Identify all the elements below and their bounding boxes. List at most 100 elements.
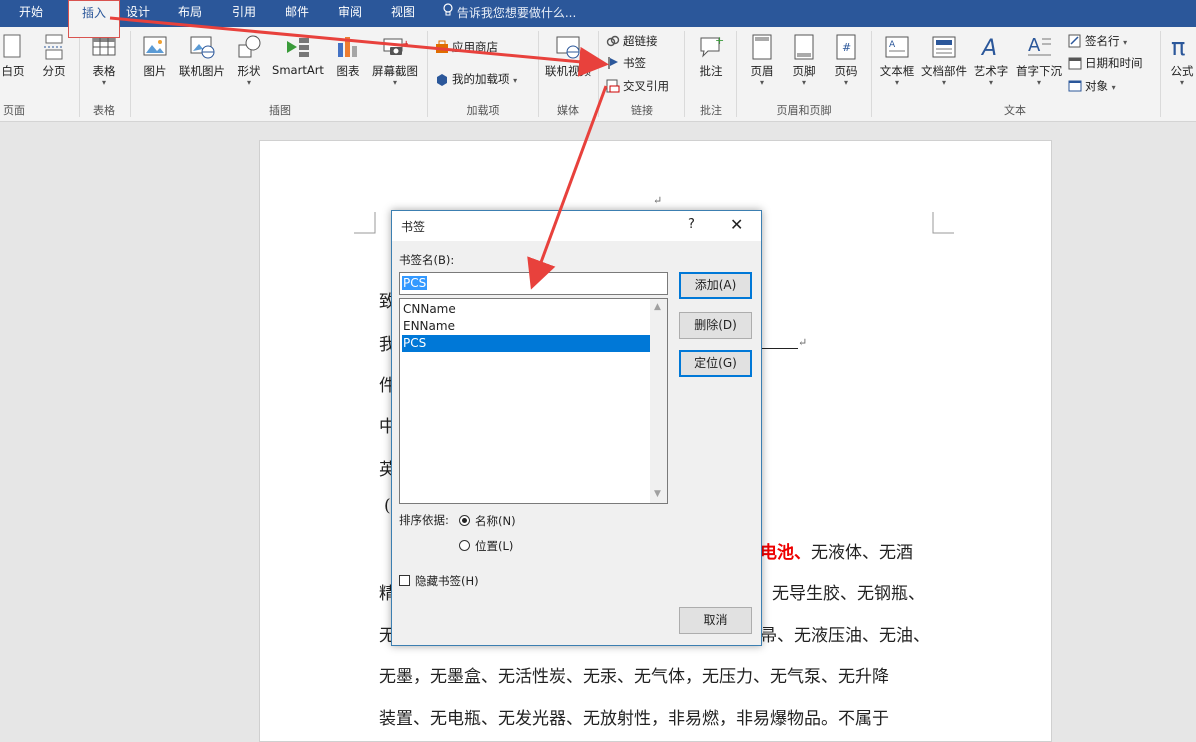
add-button[interactable]: 添加(A) xyxy=(679,272,752,299)
doc-text-line[interactable]: 帚、无液压油、无油、 xyxy=(760,621,930,646)
sort-name-radio[interactable] xyxy=(459,515,470,526)
svg-text:+: + xyxy=(402,39,408,50)
bookmark-flag-icon xyxy=(606,56,620,70)
paragraph-mark: ↵ xyxy=(798,336,808,349)
page-break-button[interactable]: 分页 xyxy=(38,33,70,79)
ribbon-tab-bar: 开始 插入 设计 布局 引用 邮件 审阅 视图 告诉我您想要做什么... xyxy=(0,0,1196,38)
online-picture-button[interactable]: 联机图片 xyxy=(176,33,228,79)
goto-button[interactable]: 定位(G) xyxy=(679,350,752,377)
wordart-icon: A xyxy=(978,33,1004,61)
shapes-button[interactable]: 形状 ▾ xyxy=(232,33,266,87)
bookmark-name-label: 书签名(B): xyxy=(399,253,455,267)
cross-reference-icon xyxy=(606,79,620,93)
dialog-titlebar[interactable]: 书签 ? ✕ xyxy=(392,211,761,241)
date-time-button[interactable]: 日期和时间 xyxy=(1068,53,1143,73)
comment-button[interactable]: + 批注 xyxy=(692,33,730,79)
tab-references[interactable]: 引用 xyxy=(224,0,264,27)
hyperlink-button[interactable]: 超链接 xyxy=(606,31,658,51)
chevron-down-icon: ▾ xyxy=(759,78,764,87)
footer-button[interactable]: 页脚 ▾ xyxy=(786,33,822,87)
tab-review[interactable]: 审阅 xyxy=(330,0,370,27)
group-separator xyxy=(736,31,737,117)
doc-text-line[interactable]: 无导生胶、无钢瓶、 xyxy=(772,579,925,604)
svg-text:A: A xyxy=(980,36,997,61)
doc-char[interactable]: ( xyxy=(384,496,391,516)
header-button[interactable]: 页眉 ▾ xyxy=(744,33,780,87)
page-number-icon: # xyxy=(833,33,859,61)
wordart-button[interactable]: A 艺术字 ▾ xyxy=(972,33,1010,87)
drop-cap-button[interactable]: A 首字下沉 ▾ xyxy=(1012,33,1066,87)
tab-home[interactable]: 开始 xyxy=(10,0,52,27)
list-item[interactable]: CNName xyxy=(402,301,653,318)
list-item-selected[interactable]: PCS xyxy=(402,335,653,352)
text-box-icon: A xyxy=(884,33,910,61)
scroll-down-icon[interactable]: ▼ xyxy=(654,489,661,499)
comment-icon: + xyxy=(698,33,724,61)
table-button[interactable]: 表格 ▾ xyxy=(86,33,122,87)
hidden-bookmarks-label[interactable]: 隐藏书签(H) xyxy=(415,573,479,589)
tab-insert[interactable]: 插入 xyxy=(68,0,120,38)
ribbon-insert: 白页 分页 页面 表格 ▾ 表格 图片 联机图片 形状 ▾ SmartArt 图… xyxy=(0,27,1196,122)
group-separator xyxy=(130,31,131,117)
my-addins-button[interactable]: 我的加载项 ▾ xyxy=(435,69,517,89)
object-button[interactable]: 对象 ▾ xyxy=(1068,76,1116,96)
close-icon[interactable]: ✕ xyxy=(730,215,743,234)
doc-text-line[interactable]: 装置、无电瓶、无发光器、无放射性，非易燃，非易爆物品。不属于 xyxy=(379,704,889,729)
tab-mailings[interactable]: 邮件 xyxy=(277,0,317,27)
sort-location-label[interactable]: 位置(L) xyxy=(475,538,513,554)
tell-me-text: 告诉我您想要做什么... xyxy=(456,6,577,20)
doc-text-line[interactable]: 无墨，无墨盒、无活性炭、无汞、无气体，无压力、无气泵、无升降 xyxy=(379,662,889,687)
group-separator xyxy=(684,31,685,117)
store-button[interactable]: 应用商店 xyxy=(435,37,498,57)
quick-parts-button[interactable]: 文档部件 ▾ xyxy=(918,33,970,87)
chevron-down-icon: ▾ xyxy=(246,78,251,87)
chevron-down-icon: ▾ xyxy=(988,78,993,87)
help-button[interactable]: ? xyxy=(688,217,695,232)
hidden-bookmarks-checkbox[interactable] xyxy=(399,575,410,586)
smartart-button[interactable]: SmartArt xyxy=(270,33,326,77)
group-separator xyxy=(427,31,428,117)
svg-text:π: π xyxy=(1171,33,1185,61)
page-number-button[interactable]: # 页码 ▾ xyxy=(828,33,864,87)
blank-page-button[interactable]: 白页 xyxy=(0,33,32,79)
sort-name-label[interactable]: 名称(N) xyxy=(475,513,516,529)
lightbulb-icon xyxy=(443,0,453,27)
cross-reference-button[interactable]: 交叉引用 xyxy=(606,76,669,96)
doc-text-line[interactable]: 电池、无液体、无酒 xyxy=(760,538,913,563)
tab-design[interactable]: 设计 xyxy=(118,0,158,27)
pi-icon: π xyxy=(1169,33,1195,61)
chevron-down-icon: ▾ xyxy=(1036,78,1041,87)
tab-layout[interactable]: 布局 xyxy=(170,0,210,27)
signature-line-button[interactable]: 签名行 ▾ xyxy=(1068,31,1127,51)
delete-button[interactable]: 删除(D) xyxy=(679,312,752,339)
bookmark-list[interactable]: CNName ENName PCS ▲ ▼ xyxy=(399,298,668,504)
signature-icon xyxy=(1068,34,1082,48)
screenshot-button[interactable]: + 屏幕截图 ▾ xyxy=(368,33,422,87)
list-scrollbar[interactable]: ▲ ▼ xyxy=(650,299,667,503)
tab-view[interactable]: 视图 xyxy=(383,0,423,27)
list-item[interactable]: ENName xyxy=(402,318,653,335)
chevron-down-icon: ▾ xyxy=(1123,38,1128,47)
chevron-down-icon: ▾ xyxy=(801,78,806,87)
equation-button[interactable]: π 公式 ▾ xyxy=(1164,33,1196,87)
underline-field xyxy=(760,348,798,349)
text-box-button[interactable]: A 文本框 ▾ xyxy=(876,33,918,87)
online-picture-icon xyxy=(189,33,215,61)
calendar-icon xyxy=(1068,56,1082,70)
scroll-up-icon[interactable]: ▲ xyxy=(654,302,661,312)
cancel-button[interactable]: 取消 xyxy=(679,607,752,634)
bookmark-button[interactable]: 书签 xyxy=(606,53,646,73)
picture-icon xyxy=(142,33,168,61)
chevron-down-icon: ▾ xyxy=(1179,78,1184,87)
group-separator xyxy=(79,31,80,117)
bookmark-name-input[interactable]: PCS xyxy=(399,272,668,295)
smartart-icon xyxy=(285,33,311,61)
chart-button[interactable]: 图表 xyxy=(332,33,364,79)
picture-button[interactable]: 图片 xyxy=(138,33,172,79)
online-video-button[interactable]: 联机视频 xyxy=(542,33,594,79)
sort-location-radio[interactable] xyxy=(459,540,470,551)
group-label-links: 链接 xyxy=(631,104,653,117)
store-icon xyxy=(435,40,449,54)
object-icon xyxy=(1068,79,1082,93)
tell-me-box[interactable]: 告诉我您想要做什么... xyxy=(443,0,576,27)
